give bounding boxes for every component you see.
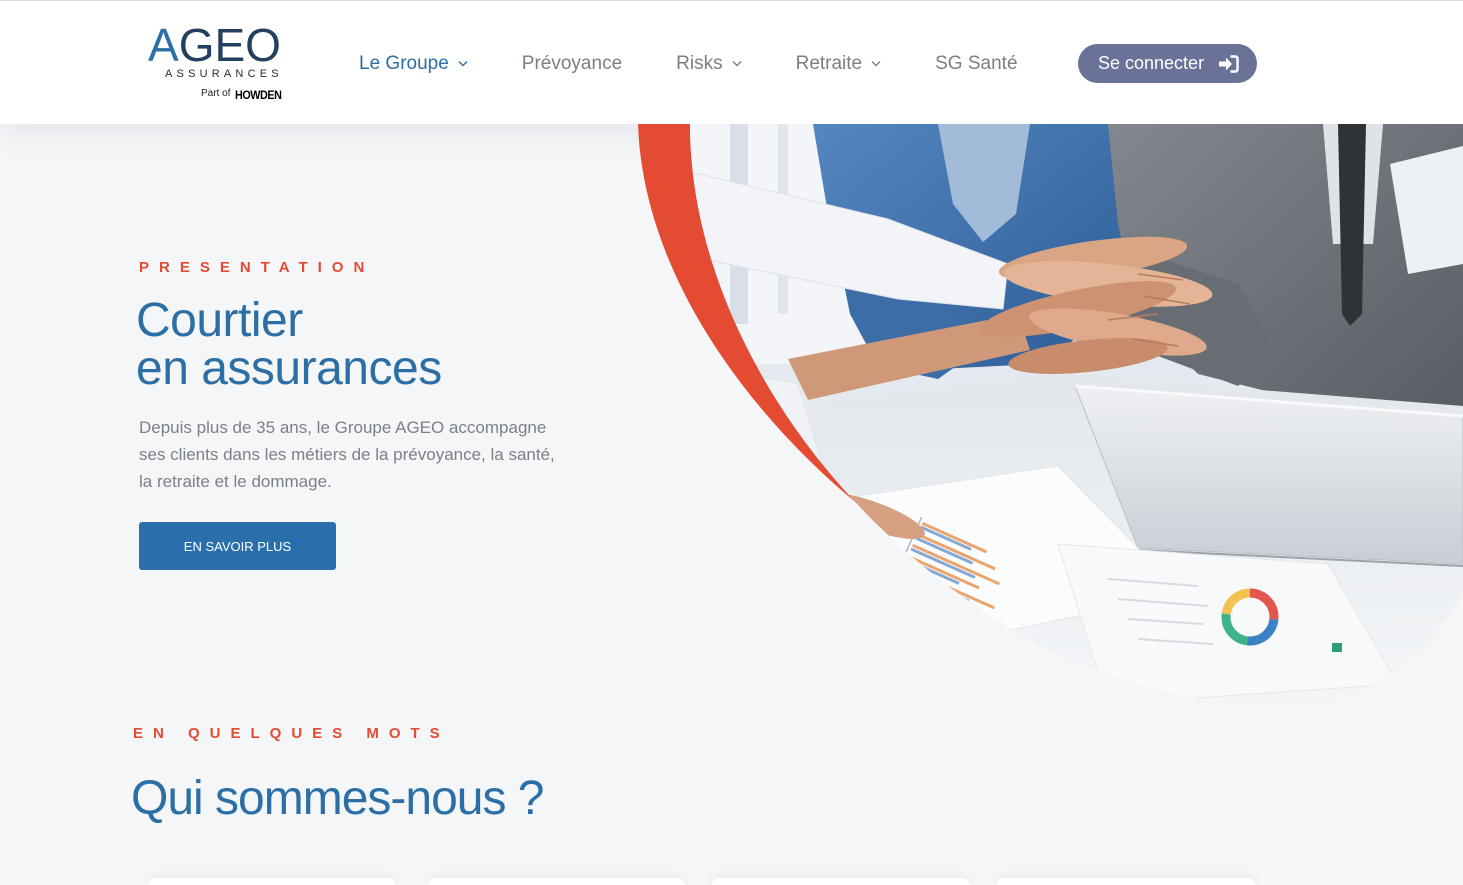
hero-title-line: en assurances <box>136 342 442 395</box>
green-marker <box>1332 643 1342 652</box>
card <box>997 878 1255 885</box>
nav-item-prevoyance[interactable]: Prévoyance <box>522 52 622 76</box>
hero-photo <box>638 124 1463 707</box>
chevron-down-icon <box>458 60 468 66</box>
nav-item-label: Prévoyance <box>521 53 623 74</box>
login-button-label: Se connecter <box>1098 53 1205 73</box>
about-eyebrow: EN QUELQUES MOTS <box>133 725 450 742</box>
logo-part-of: Part of <box>201 88 231 99</box>
hero-description-line: ses clients dans les métiers de la prévo… <box>139 445 555 464</box>
hero-title-line: Courtier <box>136 294 303 347</box>
howden-logo: HOWDEN <box>235 88 282 102</box>
nav-item-label: SG Santé <box>935 53 1018 74</box>
chevron-down-icon <box>732 60 742 66</box>
hero-title: Courtier en assurances <box>136 297 442 393</box>
nav-item-le-groupe[interactable]: Le Groupe <box>359 52 468 76</box>
hero-description-line: la retraite et le dommage. <box>139 472 332 491</box>
login-button[interactable]: Se connecter <box>1078 44 1257 83</box>
nav-item-risks[interactable]: Risks <box>676 52 742 76</box>
ageo-logo[interactable]: AGEO ASSURANCES Part of HOWDEN <box>146 18 286 108</box>
main-nav: Le Groupe Prévoyance Risks Retraite SG S… <box>359 52 1018 76</box>
tie <box>1338 124 1366 326</box>
team-photo <box>690 124 1463 707</box>
nav-item-label: Risks <box>676 53 723 74</box>
chevron-down-icon <box>871 60 881 66</box>
nav-item-retraite[interactable]: Retraite <box>796 52 882 76</box>
logo-wordmark: AGEO <box>148 19 281 71</box>
nav-item-label: Retraite <box>795 53 863 74</box>
site-header: AGEO ASSURANCES Part of HOWDEN Le Groupe… <box>0 0 1463 124</box>
hero-description-line: Depuis plus de 35 ans, le Groupe AGEO ac… <box>139 418 547 437</box>
hero-eyebrow: PRESENTATION <box>139 259 375 276</box>
learn-more-button[interactable]: EN SAVOIR PLUS <box>139 522 336 570</box>
about-title: Qui sommes-nous ? <box>131 772 544 825</box>
sign-in-icon <box>1219 54 1239 73</box>
logo-tagline: ASSURANCES <box>165 68 283 80</box>
hero-description: Depuis plus de 35 ans, le Groupe AGEO ac… <box>139 414 555 495</box>
card <box>712 878 970 885</box>
nav-item-sg-sante[interactable]: SG Santé <box>935 52 1017 76</box>
nav-item-label: Le Groupe <box>359 53 449 74</box>
card <box>148 878 395 885</box>
card <box>428 878 685 885</box>
